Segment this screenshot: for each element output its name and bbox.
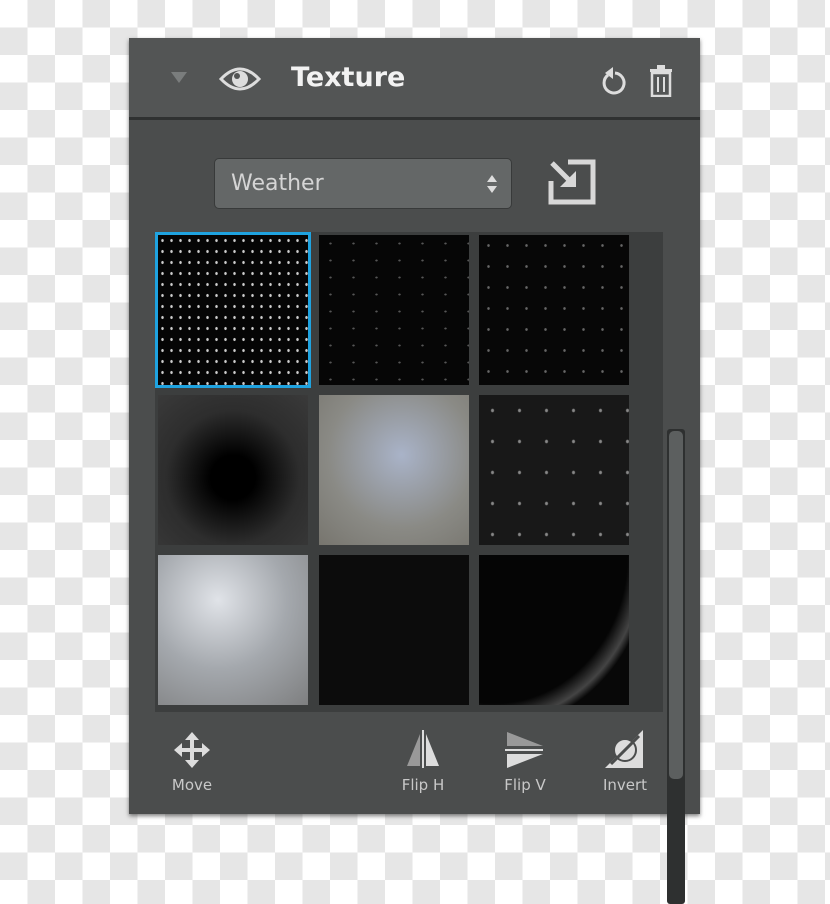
trash-icon[interactable] xyxy=(649,65,673,97)
scrollbar-thumb[interactable] xyxy=(669,431,683,779)
grid-scrollbar[interactable] xyxy=(667,429,685,904)
texture-tile[interactable] xyxy=(479,235,629,385)
collapse-triangle-icon[interactable] xyxy=(171,72,187,84)
texture-tile[interactable] xyxy=(158,395,308,545)
flip-v-button[interactable]: Flip V xyxy=(485,730,565,794)
texture-tile[interactable] xyxy=(479,395,629,545)
flip-h-icon xyxy=(407,730,439,768)
flip-v-label: Flip V xyxy=(504,776,546,794)
move-icon xyxy=(174,732,210,768)
eye-icon[interactable] xyxy=(219,65,261,93)
move-button[interactable]: Move xyxy=(152,730,232,794)
texture-tile[interactable] xyxy=(319,555,469,705)
flip-h-button[interactable]: Flip H xyxy=(383,730,463,794)
texture-tile[interactable] xyxy=(319,395,469,545)
move-label: Move xyxy=(171,776,213,794)
reset-icon[interactable] xyxy=(599,66,627,98)
flip-v-icon xyxy=(505,732,543,768)
texture-tile[interactable] xyxy=(158,555,308,705)
category-dropdown[interactable]: Weather xyxy=(214,158,512,209)
invert-icon xyxy=(605,730,643,768)
texture-tile[interactable] xyxy=(319,235,469,385)
category-dropdown-value: Weather xyxy=(231,171,324,196)
flip-h-label: Flip H xyxy=(401,776,445,794)
texture-tile[interactable] xyxy=(479,555,629,705)
invert-button[interactable]: Invert xyxy=(585,730,665,794)
import-icon[interactable] xyxy=(548,159,596,205)
texture-grid xyxy=(155,232,685,904)
panel-title: Texture xyxy=(291,62,406,93)
updown-arrows-icon xyxy=(487,175,497,193)
texture-panel: Texture Weather Move Flip H Flip V Inver… xyxy=(129,38,700,904)
texture-tile[interactable] xyxy=(155,232,311,388)
panel-header: Texture xyxy=(129,38,700,120)
invert-label: Invert xyxy=(602,776,648,794)
